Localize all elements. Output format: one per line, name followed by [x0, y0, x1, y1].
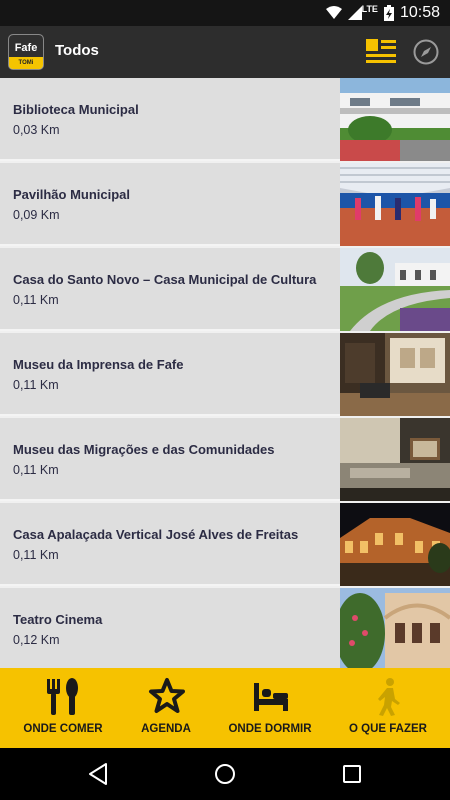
- back-icon[interactable]: [86, 761, 112, 787]
- compass-icon[interactable]: [413, 39, 439, 65]
- sports-hall-photo: [340, 163, 450, 246]
- logo-tag: TOMi: [9, 57, 43, 69]
- library-building-photo: [340, 78, 450, 161]
- list-item[interactable]: Casa do Santo Novo – Casa Municipal de C…: [0, 248, 450, 331]
- place-distance: 0,03 Km: [13, 123, 60, 137]
- place-name: Biblioteca Municipal: [13, 102, 139, 117]
- place-distance: 0,12 Km: [13, 633, 60, 647]
- list-item[interactable]: Teatro Cinema 0,12 Km: [0, 588, 450, 668]
- place-name: Pavilhão Municipal: [13, 187, 131, 202]
- place-distance: 0,09 Km: [13, 208, 60, 222]
- list-item[interactable]: Museu das Migrações e das Comunidades 0,…: [0, 418, 450, 501]
- place-name: Museu da Imprensa de Fafe: [13, 357, 184, 372]
- walking-person-icon: [378, 678, 400, 716]
- place-name: Teatro Cinema: [13, 612, 103, 627]
- logo-title: Fafe: [9, 35, 43, 57]
- museum-interior-photo: [340, 333, 450, 416]
- bed-icon: [254, 683, 288, 711]
- place-distance: 0,11 Km: [13, 548, 59, 562]
- tab-label: ONDE DORMIR: [228, 723, 312, 735]
- theatre-facade-photo: [340, 588, 450, 668]
- list-item[interactable]: Pavilhão Municipal 0,09 Km: [0, 163, 450, 246]
- battery-charging-icon: [383, 5, 394, 21]
- wifi-icon: [325, 6, 342, 19]
- star-icon: [149, 678, 185, 713]
- tab-agenda[interactable]: AGENDA: [110, 668, 222, 748]
- tab-onde-comer[interactable]: ONDE COMER: [7, 668, 119, 748]
- place-name: Museu das Migrações e das Comunidades: [13, 442, 275, 457]
- list-item[interactable]: Museu da Imprensa de Fafe 0,11 Km: [0, 333, 450, 416]
- signal-icon: [347, 6, 362, 20]
- fork-knife-icon: [47, 678, 78, 715]
- place-distance: 0,11 Km: [13, 378, 59, 392]
- page-title: Todos: [55, 42, 99, 59]
- recents-icon[interactable]: [339, 761, 365, 787]
- system-nav-bar: [0, 748, 450, 800]
- status-bar: LTE 10:58: [0, 0, 450, 26]
- place-distance: 0,11 Km: [13, 463, 59, 477]
- clock: 10:58: [399, 4, 440, 21]
- tab-label: ONDE COMER: [23, 723, 103, 735]
- bottom-tab-bar: ONDE COMER AGENDA ONDE DORMIR O QUE FAZE…: [0, 668, 450, 748]
- app-bar: Fafe TOMi Todos: [0, 26, 450, 78]
- list-item[interactable]: Casa Apalaçada Vertical José Alves de Fr…: [0, 503, 450, 586]
- garden-building-photo: [340, 248, 450, 331]
- tab-onde-dormir[interactable]: ONDE DORMIR: [214, 668, 326, 748]
- tab-o-que-fazer[interactable]: O QUE FAZER: [332, 668, 444, 748]
- tab-label: O QUE FAZER: [349, 723, 427, 735]
- app-logo[interactable]: Fafe TOMi: [8, 34, 44, 70]
- night-palace-photo: [340, 503, 450, 586]
- network-type: LTE: [361, 4, 378, 14]
- place-distance: 0,11 Km: [13, 293, 59, 307]
- list-item[interactable]: Biblioteca Municipal 0,03 Km: [0, 78, 450, 161]
- tab-label: AGENDA: [141, 723, 191, 735]
- places-list: Biblioteca Municipal 0,03 Km Pavilhão Mu…: [0, 78, 450, 668]
- place-name: Casa do Santo Novo – Casa Municipal de C…: [13, 272, 317, 287]
- place-name: Casa Apalaçada Vertical José Alves de Fr…: [13, 527, 299, 542]
- home-icon[interactable]: [212, 761, 238, 787]
- list-view-icon[interactable]: [366, 39, 396, 63]
- exhibition-photo: [340, 418, 450, 501]
